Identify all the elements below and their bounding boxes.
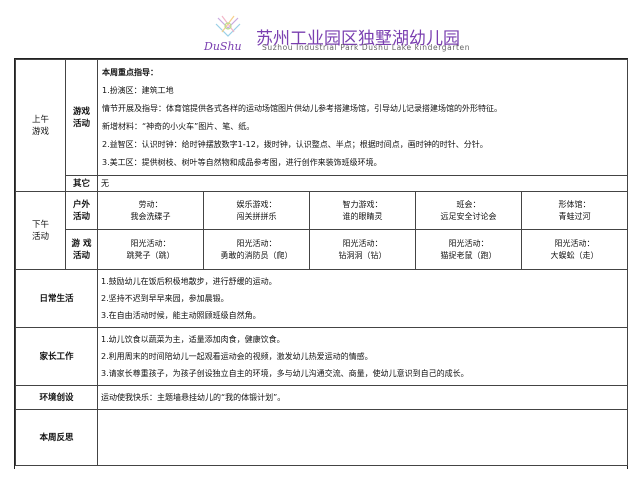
environment-text: 运动使我快乐：主题墙悬挂幼儿的“我的体锻计划”。 xyxy=(96,385,629,410)
activity-name: 猫捉老鼠（跑） xyxy=(440,250,497,260)
weekly-plan-document: 上午 游戏 游戏 活动 本周重点指导： 1.扮演区：建筑工地 情节开展及指导：体… xyxy=(14,58,629,469)
environment-label: 环境创设 xyxy=(15,385,98,410)
logo-text: DuShu xyxy=(203,40,242,53)
page-header: DuShu 苏州工业园区独墅湖幼儿园 Suzhou Industrial Par… xyxy=(0,0,640,56)
activity-type: 阳光活动： xyxy=(342,238,383,248)
parents-work-line: 2.利用周末的时间陪幼儿一起观看运动会的视频，激发幼儿热爱运动的情感。 xyxy=(101,352,373,361)
weekly-plan-table: 上午 游戏 游戏 活动 本周重点指导： 1.扮演区：建筑工地 情节开展及指导：体… xyxy=(15,59,629,466)
game-activity-cell: 阳光活动： 跳凳子（跳） xyxy=(97,229,204,270)
parents-work-line: 3.请家长尊重孩子，为孩子创设独立自主的环境，多与幼儿沟通交流、商量，使幼儿意识… xyxy=(101,369,469,378)
other-label: 其它 xyxy=(65,175,98,192)
activity-name: 闯关拼拼乐 xyxy=(236,211,277,221)
activity-name: 谁的眼睛灵 xyxy=(342,211,383,221)
game-activity-cell: 阳光活动： 大蜈蚣（走） xyxy=(520,229,629,270)
activity-type: 阳光活动： xyxy=(236,238,277,248)
reflection-row: 本周反思 xyxy=(15,409,629,466)
guidance-line: 情节开展及指导：体育馆提供各式各样的运动场馆图片供幼儿参考搭建场馆，引导幼儿记录… xyxy=(102,103,502,113)
activity-type: 劳动： xyxy=(138,199,163,209)
morning-other-row: 其它 无 xyxy=(16,175,629,192)
other-value: 无 xyxy=(96,175,629,192)
parents-work-row: 家长工作 1.幼儿饮食以蔬菜为主，适量添加肉食，健康饮食。 2.利用周末的时间陪… xyxy=(15,327,629,386)
activity-type: 娱乐游戏： xyxy=(236,199,277,209)
outdoor-activity-cell: 形体馆： 青蛙过河 xyxy=(520,191,629,230)
activity-type: 形体馆： xyxy=(558,199,591,209)
activity-name: 我会洗碟子 xyxy=(130,211,171,221)
morning-section-label: 上午 游戏 xyxy=(15,59,66,192)
parents-work-label: 家长工作 xyxy=(15,327,98,386)
afternoon-game-label: 游 戏 活动 xyxy=(65,229,98,270)
reflection-label: 本周反思 xyxy=(15,409,98,466)
activity-name: 大蜈蚣（走） xyxy=(550,250,599,260)
activity-name: 钻洞洞（钻） xyxy=(338,250,387,260)
outdoor-activity-cell: 娱乐游戏： 闯关拼拼乐 xyxy=(203,191,310,230)
reflection-text xyxy=(96,409,629,466)
afternoon-outdoor-row: 下午 活动 户外 活动 劳动： 我会洗碟子 娱乐游戏： 闯关拼拼乐 智力游戏： … xyxy=(15,191,629,270)
game-activity-cell: 阳光活动： 勇敢的消防员（爬） xyxy=(203,229,310,270)
kindergarten-logo: DuShu xyxy=(203,15,242,53)
guidance-line: 3.美工区：提供树枝、树叶等自然物和成品参考图，进行创作来装饰班级环境。 xyxy=(102,157,382,167)
morning-row: 上午 游戏 游戏 活动 本周重点指导： 1.扮演区：建筑工地 情节开展及指导：体… xyxy=(15,59,629,192)
morning-game-label: 游戏 活动 xyxy=(65,59,98,176)
activity-name: 勇敢的消防员（爬） xyxy=(220,250,293,260)
activity-type: 班会： xyxy=(456,199,481,209)
outdoor-activity-label: 户外 活动 xyxy=(65,191,98,230)
activity-type: 阳光活动： xyxy=(448,238,489,248)
activity-name: 远足安全讨论会 xyxy=(440,211,497,221)
daily-life-line: 3.在自由活动时候，能主动照顾班级自然角。 xyxy=(101,311,261,320)
morning-guidance-cell: 本周重点指导： 1.扮演区：建筑工地 情节开展及指导：体育馆提供各式各样的运动场… xyxy=(96,59,629,176)
afternoon-game-row: 游 戏 活动 阳光活动： 跳凳子（跳） 阳光活动： 勇敢的消防员（爬） 阳光活动… xyxy=(16,229,629,270)
activity-type: 智力游戏： xyxy=(342,199,383,209)
school-name-english: Suzhou Industrial Park Dushu Lake kinder… xyxy=(262,43,471,52)
outdoor-activity-cell: 智力游戏： 谁的眼睛灵 xyxy=(309,191,416,230)
outdoor-activity-cell: 班会： 远足安全讨论会 xyxy=(415,191,522,230)
activity-name: 青蛙过河 xyxy=(558,211,591,221)
daily-life-label: 日常生活 xyxy=(15,269,98,328)
activity-type: 阳光活动： xyxy=(554,238,595,248)
activity-name: 跳凳子（跳） xyxy=(126,250,175,260)
outdoor-activity-cell: 劳动： 我会洗碟子 xyxy=(97,191,204,230)
guidance-line: 2.益智区：认识时钟：给时钟摆放数字1-12，拨时钟，认识整点、半点；根据时间点… xyxy=(102,139,488,149)
guidance-line: 1.扮演区：建筑工地 xyxy=(102,85,174,95)
guidance-heading: 本周重点指导： xyxy=(102,67,158,77)
guidance-line: 新增材料：“神奇的小火车”图片、笔、纸。 xyxy=(102,121,255,131)
afternoon-section-label: 下午 活动 xyxy=(15,191,66,270)
daily-life-line: 1.鼓励幼儿在饭后积极地散步，进行舒缓的运动。 xyxy=(101,277,277,286)
game-activity-cell: 阳光活动： 猫捉老鼠（跑） xyxy=(415,229,522,270)
activity-type: 阳光活动： xyxy=(130,238,171,248)
parents-work-line: 1.幼儿饮食以蔬菜为主，适量添加肉食，健康饮食。 xyxy=(101,335,285,344)
daily-life-cell: 1.鼓励幼儿在饭后积极地散步，进行舒缓的运动。 2.坚持不迟到早早来园，参加晨锻… xyxy=(96,269,629,328)
parents-work-cell: 1.幼儿饮食以蔬菜为主，适量添加肉食，健康饮食。 2.利用周末的时间陪幼儿一起观… xyxy=(96,327,629,386)
daily-life-row: 日常生活 1.鼓励幼儿在饭后积极地散步，进行舒缓的运动。 2.坚持不迟到早早来园… xyxy=(15,269,629,328)
daily-life-line: 2.坚持不迟到早早来园，参加晨锻。 xyxy=(101,294,229,303)
environment-row: 环境创设 运动使我快乐：主题墙悬挂幼儿的“我的体锻计划”。 xyxy=(15,385,629,410)
game-activity-cell: 阳光活动： 钻洞洞（钻） xyxy=(309,229,416,270)
